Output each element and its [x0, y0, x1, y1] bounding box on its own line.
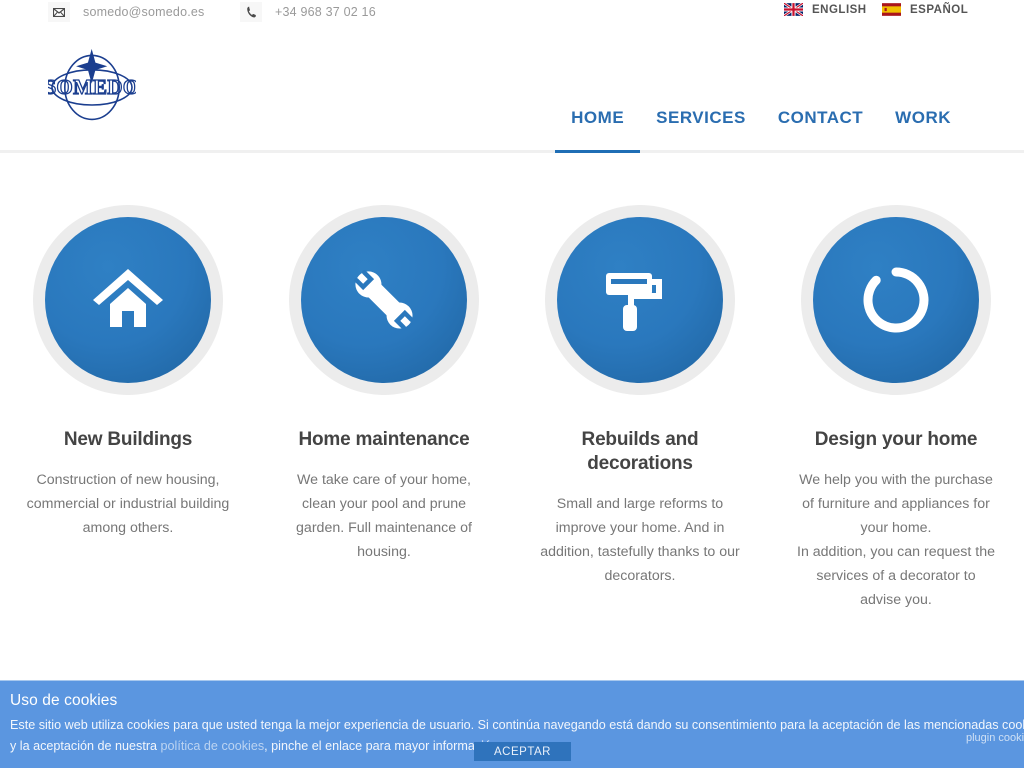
- nav-item-home[interactable]: HOME: [555, 108, 641, 153]
- service-title: Design your home: [814, 429, 978, 450]
- service-icon-ring: [289, 205, 479, 395]
- uk-flag-icon: [784, 3, 803, 16]
- circle-ring-icon: [863, 267, 929, 333]
- contact-email[interactable]: somedo@somedo.es: [48, 2, 205, 22]
- service-card-home-maintenance[interactable]: Home maintenance We take care of your ho…: [256, 153, 512, 612]
- cookie-policy-link[interactable]: política de cookies: [161, 739, 265, 753]
- language-label-english: ENGLISH: [812, 3, 867, 16]
- service-card-rebuilds-decorations[interactable]: Rebuilds and decorations Small and large…: [512, 153, 768, 612]
- cookie-accept-button[interactable]: ACEPTAR: [474, 742, 571, 761]
- language-switch-spanish[interactable]: ESPAÑOL: [882, 3, 968, 16]
- cookie-plugin-credit: plugin cookies: [966, 732, 1024, 744]
- service-card-design-your-home[interactable]: Design your home We help you with the pu…: [768, 153, 1024, 612]
- nav-label-services: SERVICES: [656, 108, 746, 127]
- nav-label-work: WORK: [895, 108, 951, 127]
- wrench-icon: [354, 270, 414, 330]
- nav-label-home: HOME: [571, 108, 625, 127]
- service-icon-ring: [801, 205, 991, 395]
- contact-phone[interactable]: +34 968 37 02 16: [240, 2, 376, 22]
- service-icon-ring: [545, 205, 735, 395]
- nav-item-work[interactable]: WORK: [879, 108, 967, 150]
- cookie-text-line1: Este sitio web utiliza cookies para que …: [10, 718, 1024, 732]
- envelope-icon: [48, 2, 70, 22]
- nav-item-services[interactable]: SERVICES: [640, 108, 762, 150]
- language-switch-english[interactable]: ENGLISH: [784, 3, 867, 16]
- service-title: New Buildings: [63, 429, 193, 450]
- nav-label-contact: CONTACT: [777, 108, 864, 127]
- language-label-spanish: ESPAÑOL: [910, 3, 969, 16]
- site-header: SOMEDO HOME SERVICES CONTACT WORK: [0, 24, 1024, 153]
- paint-roller-icon: [606, 273, 662, 331]
- phone-icon: [240, 2, 262, 22]
- service-text: We help you with the purchase of furnitu…: [797, 472, 995, 608]
- service-card-new-buildings[interactable]: New Buildings Construction of new housin…: [0, 153, 256, 612]
- service-text: Construction of new housing, commercial …: [26, 472, 230, 536]
- top-contact-bar: somedo@somedo.es +34 968 37 02 16 ENGLIS…: [0, 0, 1024, 24]
- service-title: Rebuilds and decorations: [581, 429, 699, 474]
- contact-email-text: somedo@somedo.es: [83, 5, 205, 19]
- service-icon-circle: [813, 217, 979, 383]
- services-section: New Buildings Construction of new housin…: [0, 153, 1024, 612]
- cookie-banner-title: Uso de cookies: [10, 692, 118, 709]
- service-icon-circle: [45, 217, 211, 383]
- service-title: Home maintenance: [298, 429, 470, 450]
- site-logo[interactable]: SOMEDO: [44, 41, 140, 129]
- cookie-text-line2-prefix: y la aceptación de nuestra: [10, 739, 161, 753]
- service-icon-circle: [557, 217, 723, 383]
- service-text: We take care of your home, clean your po…: [296, 472, 472, 560]
- logo-graphic: SOMEDO: [44, 48, 140, 121]
- svg-text:SOMEDO: SOMEDO: [48, 76, 136, 99]
- spain-flag-icon: [882, 3, 901, 16]
- service-icon-circle: [301, 217, 467, 383]
- service-text: Small and large reforms to improve your …: [540, 496, 740, 584]
- house-icon: [93, 269, 163, 327]
- main-navigation: HOME SERVICES CONTACT WORK: [555, 90, 967, 153]
- cookie-text-line2-suffix: , pinche el enlace para mayor informació…: [264, 739, 502, 753]
- service-icon-ring: [33, 205, 223, 395]
- contact-phone-text: +34 968 37 02 16: [275, 5, 376, 19]
- nav-item-contact[interactable]: CONTACT: [762, 108, 879, 150]
